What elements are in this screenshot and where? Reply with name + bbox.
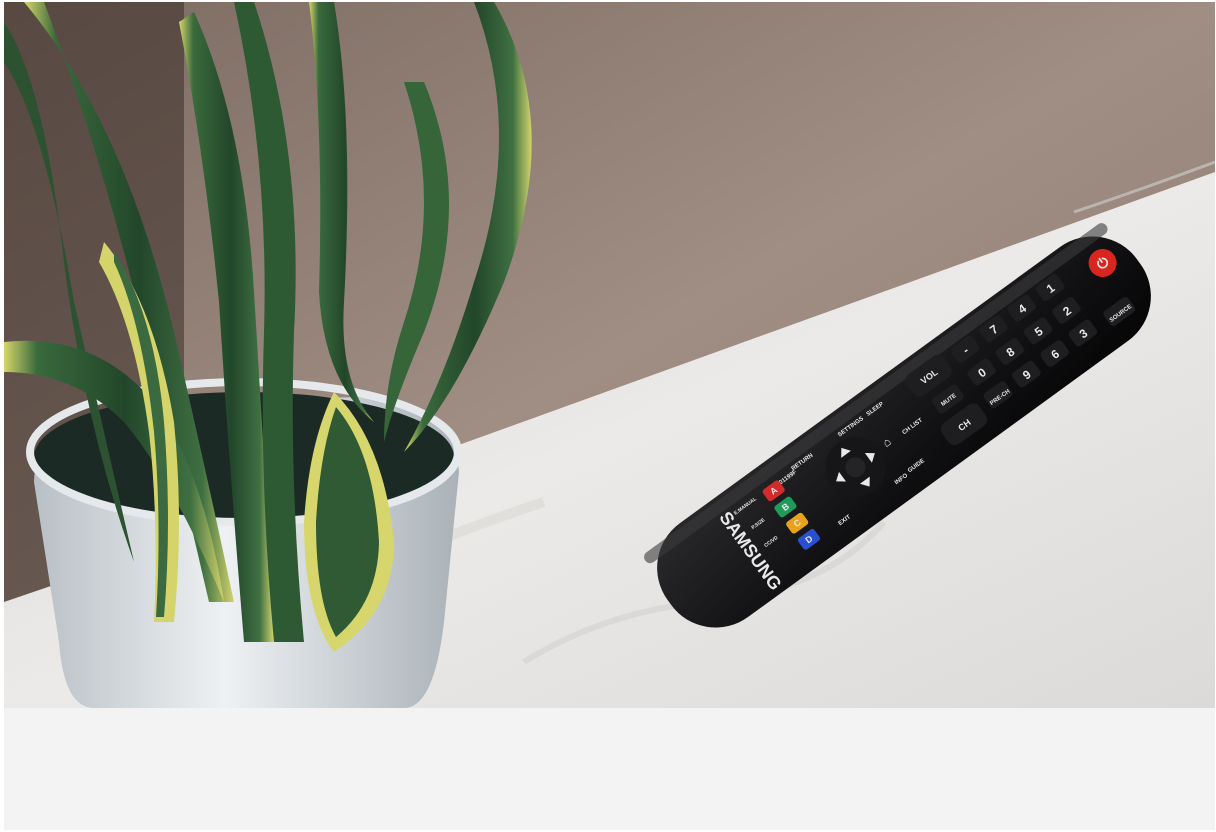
image-frame: SAMSUNG BN59-01199F ⏻ SOURCE 1 2 3 4 5 6… — [0, 0, 1216, 832]
scene-illustration: SAMSUNG BN59-01199F ⏻ SOURCE 1 2 3 4 5 6… — [4, 2, 1215, 708]
empty-caption-panel — [4, 708, 1215, 830]
product-photo: SAMSUNG BN59-01199F ⏻ SOURCE 1 2 3 4 5 6… — [4, 2, 1215, 708]
